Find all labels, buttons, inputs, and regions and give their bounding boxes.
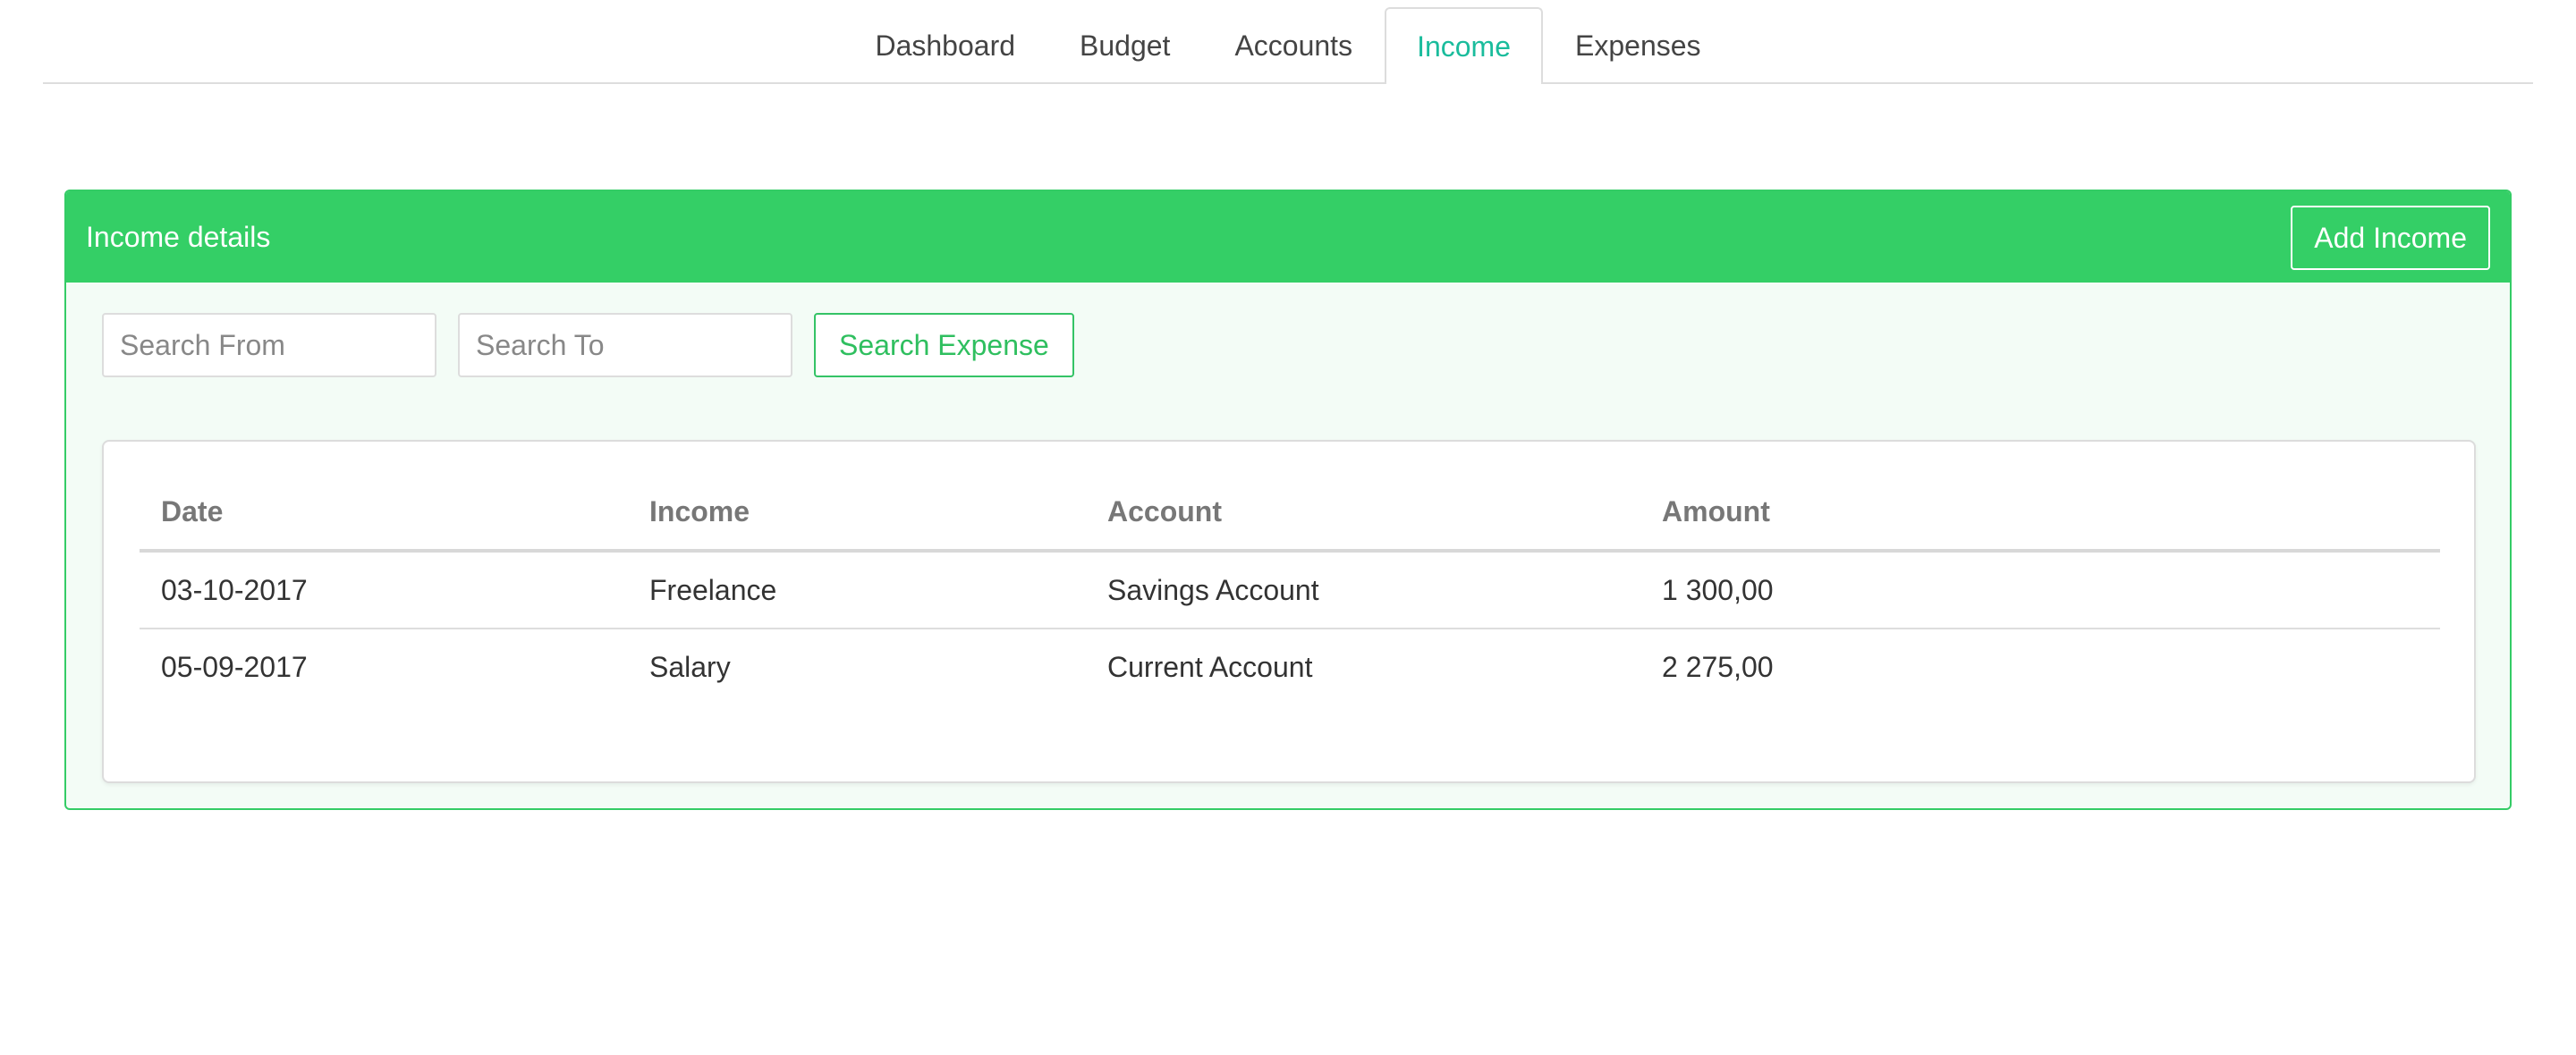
- add-income-button[interactable]: Add Income: [2291, 206, 2490, 270]
- cell-account: Savings Account: [1086, 551, 1640, 629]
- tab-dashboard[interactable]: Dashboard: [843, 7, 1047, 82]
- cell-date: 05-09-2017: [161, 650, 308, 683]
- search-from-input[interactable]: [102, 313, 436, 377]
- cell-income: Freelance: [628, 551, 1086, 629]
- column-header-date: Date: [140, 474, 628, 553]
- table-row: 05-09-2017 Salary Current Account 2 275,…: [140, 629, 2440, 705]
- search-to-input[interactable]: [458, 313, 792, 377]
- search-expense-button[interactable]: Search Expense: [814, 313, 1074, 377]
- table-header-row: Date Income Account Amount: [140, 474, 2440, 553]
- income-table: Date Income Account Amount 03-10-2017 Fr…: [140, 474, 2440, 705]
- column-header-amount: Amount: [1640, 474, 2440, 553]
- tab-bar: Dashboard Budget Accounts Income Expense…: [43, 7, 2533, 84]
- cell-income: Salary: [649, 650, 731, 683]
- tab-accounts[interactable]: Accounts: [1202, 7, 1385, 82]
- tab-expenses[interactable]: Expenses: [1543, 7, 1733, 82]
- cell-account: Current Account: [1107, 650, 1313, 683]
- tab-income[interactable]: Income: [1385, 7, 1543, 84]
- income-table-card: Date Income Account Amount 03-10-2017 Fr…: [102, 440, 2476, 783]
- panel-title: Income details: [86, 221, 271, 253]
- tab-budget[interactable]: Budget: [1047, 7, 1202, 82]
- search-bar: Search Expense: [102, 313, 1074, 377]
- column-header-account: Account: [1086, 474, 1640, 553]
- cell-date: 03-10-2017: [140, 551, 628, 629]
- cell-amount: 2 275,00: [1662, 650, 1774, 683]
- table-row: 03-10-2017 Freelance Savings Account 1 3…: [140, 551, 2440, 629]
- top-navigation: Dashboard Budget Accounts Income Expense…: [43, 0, 2533, 84]
- income-details-panel: Income details Add Income Search Expense…: [64, 190, 2512, 810]
- cell-amount: 1 300,00: [1640, 551, 2440, 629]
- column-header-income: Income: [628, 474, 1086, 553]
- panel-header: Income details Add Income: [66, 191, 2510, 283]
